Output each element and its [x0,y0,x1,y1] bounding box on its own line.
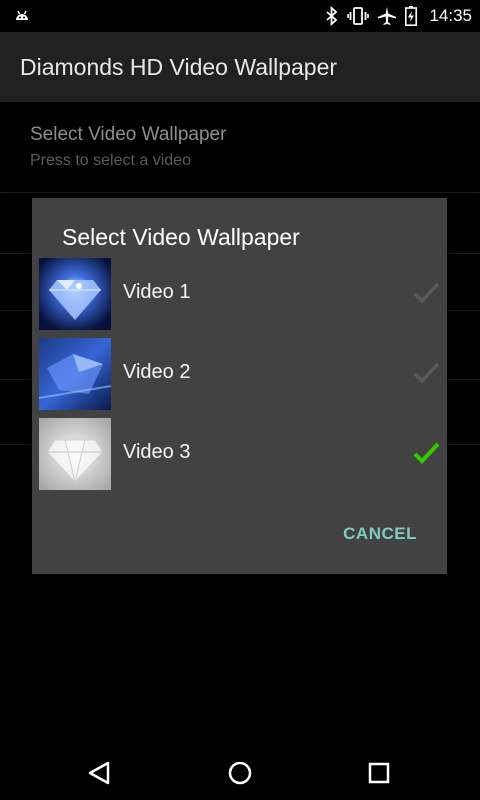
recents-icon[interactable] [362,756,396,790]
video-2-thumbnail [39,338,111,410]
checkmark-selected-icon [413,442,440,464]
checkmark-icon [413,362,440,384]
dialog-title: Select Video Wallpaper [62,224,300,250]
video-2-label: Video 2 [123,361,191,383]
back-icon[interactable] [82,756,116,790]
video-option-2[interactable]: Video 2 [32,334,447,414]
navigation-bar [0,746,480,800]
select-video-dialog: Select Video Wallpaper Video 1 Video 2 V… [32,198,447,574]
video-option-3[interactable]: Video 3 [32,414,447,494]
video-1-label: Video 1 [123,281,191,303]
checkmark-icon [413,282,440,304]
home-icon[interactable] [223,756,257,790]
video-option-1[interactable]: Video 1 [32,254,447,334]
dialog-overlay: Select Video Wallpaper Video 1 Video 2 V… [0,0,480,800]
video-1-thumbnail [39,258,111,330]
video-3-thumbnail [39,418,111,490]
video-3-label: Video 3 [123,441,191,463]
cancel-button[interactable]: CANCEL [343,524,417,544]
